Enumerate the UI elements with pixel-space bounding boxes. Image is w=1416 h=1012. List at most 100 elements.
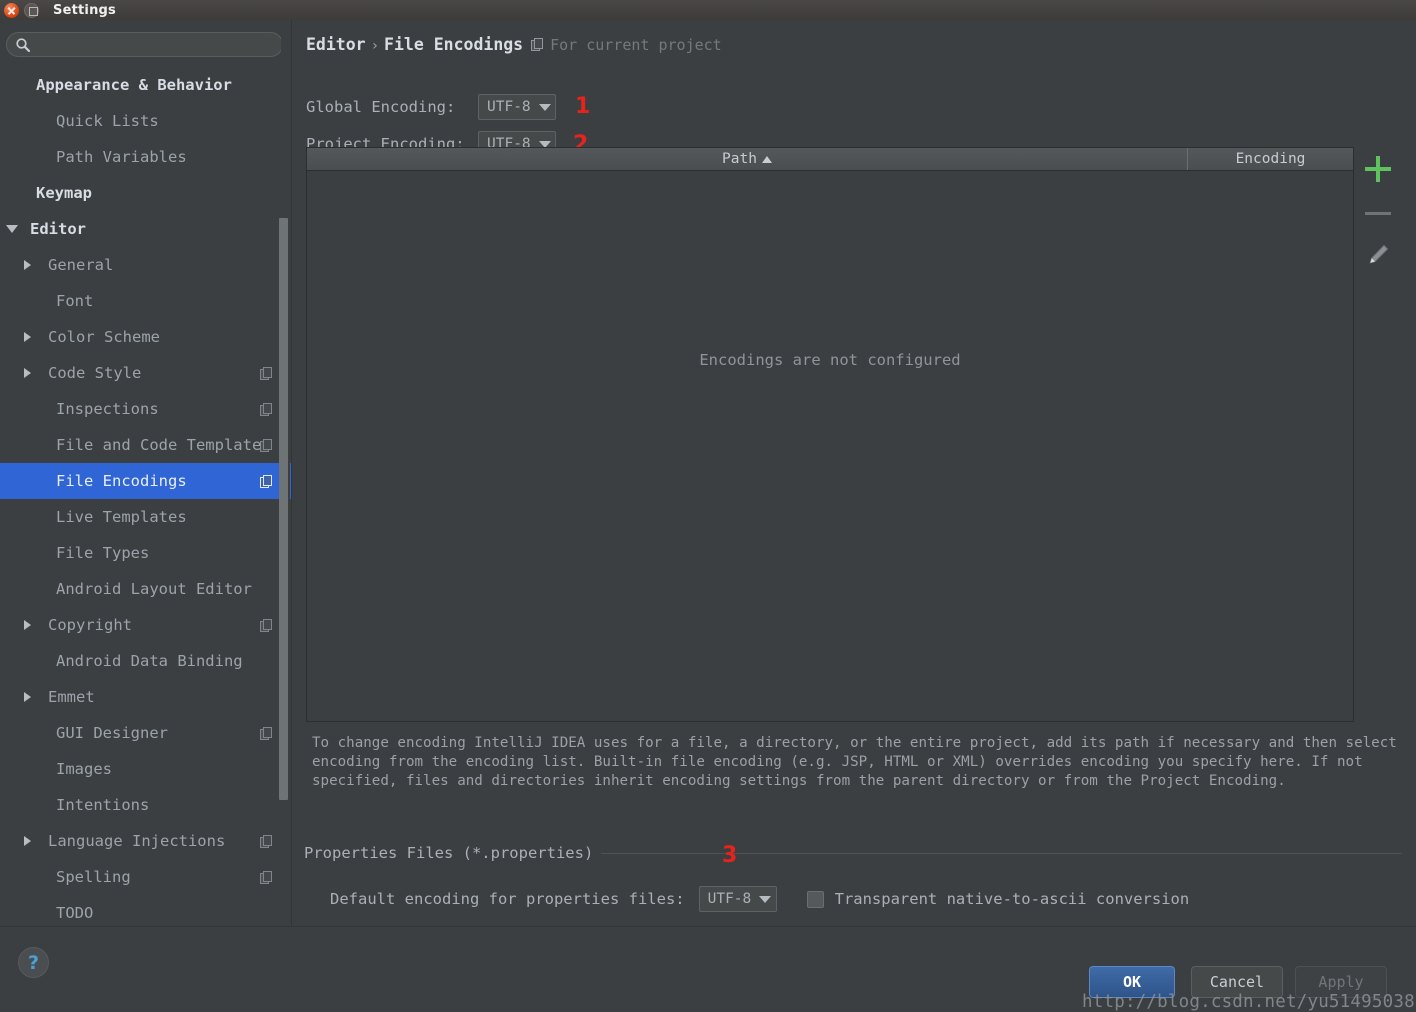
encodings-description: To change encoding IntelliJ IDEA uses fo… bbox=[312, 735, 1397, 789]
chevron-right-icon[interactable] bbox=[24, 836, 31, 846]
global-encoding-select[interactable]: UTF-8 bbox=[478, 94, 556, 120]
sidebar-item-live-templates[interactable]: Live Templates bbox=[0, 499, 292, 535]
sidebar-item-label: Inspections bbox=[56, 400, 159, 418]
search-box[interactable] bbox=[6, 32, 283, 57]
sidebar-item-file-and-code-template[interactable]: File and Code Template bbox=[0, 427, 292, 463]
global-encoding-row: Global Encoding: UTF-8 bbox=[306, 94, 556, 120]
search-input[interactable] bbox=[31, 37, 282, 52]
sidebar-item-label: Android Data Binding bbox=[56, 652, 243, 670]
sidebar-item-path-variables[interactable]: Path Variables bbox=[0, 139, 292, 175]
chevron-right-icon[interactable] bbox=[24, 260, 31, 270]
sidebar-item-font[interactable]: Font bbox=[0, 283, 292, 319]
sidebar-item-emmet[interactable]: Emmet bbox=[0, 679, 292, 715]
watermark: http://blog.csdn.net/yu514950381 bbox=[1082, 992, 1416, 1012]
table-column-header-path[interactable]: Path bbox=[307, 148, 1188, 170]
sidebar-item-label: Editor bbox=[30, 220, 86, 238]
sidebar-item-label: Language Injections bbox=[48, 832, 226, 850]
sidebar-item-label: Intentions bbox=[56, 796, 150, 814]
sidebar-item-inspections[interactable]: Inspections bbox=[0, 391, 292, 427]
window-title: Settings bbox=[53, 2, 116, 18]
search-icon bbox=[16, 37, 31, 52]
table-header-row: Path Encoding bbox=[307, 148, 1353, 171]
sidebar-item-label: File Encodings bbox=[56, 472, 187, 490]
breadcrumb-current: File Encodings bbox=[384, 35, 524, 54]
sidebar-item-label: Images bbox=[56, 760, 112, 778]
table-column-header-encoding[interactable]: Encoding bbox=[1188, 148, 1353, 170]
sidebar-item-general[interactable]: General bbox=[0, 247, 292, 283]
chevron-down-icon[interactable] bbox=[6, 225, 18, 233]
sort-ascending-icon bbox=[761, 155, 772, 163]
sidebar-item-intentions[interactable]: Intentions bbox=[0, 787, 292, 823]
sidebar-item-color-scheme[interactable]: Color Scheme bbox=[0, 319, 292, 355]
sidebar-item-label: Code Style bbox=[48, 364, 142, 382]
properties-encoding-row: Default encoding for properties files: U… bbox=[330, 886, 1189, 912]
table-empty-message: Encodings are not configured bbox=[699, 351, 961, 369]
sidebar-scrollbar-track[interactable] bbox=[279, 20, 290, 926]
sidebar-item-todo[interactable]: TODO bbox=[0, 895, 292, 926]
table-body[interactable]: Encodings are not configured bbox=[307, 171, 1353, 721]
sidebar-item-file-types[interactable]: File Types bbox=[0, 535, 292, 571]
copy-badge-icon bbox=[260, 402, 273, 416]
search-field-wrapper[interactable] bbox=[6, 32, 283, 57]
global-encoding-label: Global Encoding: bbox=[306, 98, 456, 116]
remove-button bbox=[1356, 191, 1400, 235]
settings-dialog: Appearance & Behavior Quick Lists Path Var… bbox=[0, 20, 1416, 1012]
sidebar-item-gui-designer[interactable]: GUI Designer bbox=[0, 715, 292, 751]
copy-badge-icon bbox=[260, 618, 273, 632]
copy-badge-icon bbox=[260, 438, 273, 452]
sidebar-item-label: File and Code Template bbox=[56, 436, 262, 454]
sidebar-item-language-injections[interactable]: Language Injections bbox=[0, 823, 292, 859]
sidebar-item-label: Color Scheme bbox=[48, 328, 160, 346]
copy-badge-icon bbox=[260, 834, 273, 848]
sidebar-item-android-layout-editor[interactable]: Android Layout Editor bbox=[0, 571, 292, 607]
sidebar-item-quick-lists[interactable]: Quick Lists bbox=[0, 103, 292, 139]
sidebar-item-label: Copyright bbox=[48, 616, 132, 634]
sidebar-item-appearance-behavior[interactable]: Appearance & Behavior bbox=[0, 67, 292, 103]
help-button[interactable]: ? bbox=[18, 947, 49, 978]
add-button[interactable] bbox=[1356, 147, 1400, 191]
properties-encoding-value: UTF-8 bbox=[707, 891, 752, 907]
window-titlebar: Settings bbox=[0, 0, 1416, 20]
sidebar-item-editor[interactable]: Editor bbox=[0, 211, 292, 247]
copy-badge-icon bbox=[260, 366, 273, 380]
global-encoding-value: UTF-8 bbox=[487, 99, 531, 115]
chevron-right-icon[interactable] bbox=[24, 368, 31, 378]
pencil-icon bbox=[1369, 244, 1389, 264]
transparent-conversion-label: Transparent native-to-ascii conversion bbox=[834, 890, 1190, 908]
close-icon[interactable] bbox=[4, 2, 19, 18]
annotation-3: 3 bbox=[722, 843, 738, 868]
chevron-down-icon bbox=[538, 103, 551, 111]
edit-button bbox=[1356, 233, 1400, 277]
sidebar-scrollbar-thumb[interactable] bbox=[279, 218, 288, 800]
settings-sidebar: Appearance & Behavior Quick Lists Path Var… bbox=[0, 20, 292, 926]
sidebar-item-spelling[interactable]: Spelling bbox=[0, 859, 292, 895]
sidebar-item-android-data-binding[interactable]: Android Data Binding bbox=[0, 643, 292, 679]
copy-badge-icon bbox=[260, 726, 273, 740]
encodings-table[interactable]: Path Encoding Encodings are not configur… bbox=[306, 147, 1354, 722]
breadcrumb-scope-note: For current project bbox=[550, 36, 722, 54]
sidebar-item-label: Android Layout Editor bbox=[56, 580, 252, 598]
chevron-right-icon[interactable] bbox=[24, 620, 31, 630]
maximize-icon[interactable] bbox=[24, 2, 39, 18]
sidebar-item-keymap[interactable]: Keymap bbox=[0, 175, 292, 211]
table-column-header-path-label: Path bbox=[722, 151, 757, 167]
minus-icon bbox=[1365, 212, 1391, 215]
properties-encoding-label: Default encoding for properties files: bbox=[330, 890, 685, 908]
sidebar-item-file-encodings[interactable]: File Encodings bbox=[0, 463, 292, 499]
chevron-right-icon[interactable] bbox=[24, 692, 31, 702]
chevron-right-icon[interactable] bbox=[24, 332, 31, 342]
sidebar-item-copyright[interactable]: Copyright bbox=[0, 607, 292, 643]
sidebar-item-label: Quick Lists bbox=[56, 112, 159, 130]
sidebar-item-images[interactable]: Images bbox=[0, 751, 292, 787]
breadcrumb-parent[interactable]: Editor bbox=[306, 35, 366, 54]
copy-badge-icon bbox=[531, 38, 544, 51]
properties-section-title: Properties Files (*.properties) bbox=[304, 844, 602, 862]
sidebar-item-label: Emmet bbox=[48, 688, 95, 706]
transparent-conversion-checkbox[interactable] bbox=[806, 890, 824, 908]
sidebar-item-code-style[interactable]: Code Style bbox=[0, 355, 292, 391]
sidebar-item-label: Path Variables bbox=[56, 148, 187, 166]
sidebar-item-label: General bbox=[48, 256, 114, 274]
settings-main-panel: Editor › File Encodings For current proj… bbox=[292, 20, 1416, 926]
properties-encoding-select[interactable]: UTF-8 bbox=[698, 886, 777, 912]
breadcrumb: Editor › File Encodings For current proj… bbox=[306, 35, 722, 54]
